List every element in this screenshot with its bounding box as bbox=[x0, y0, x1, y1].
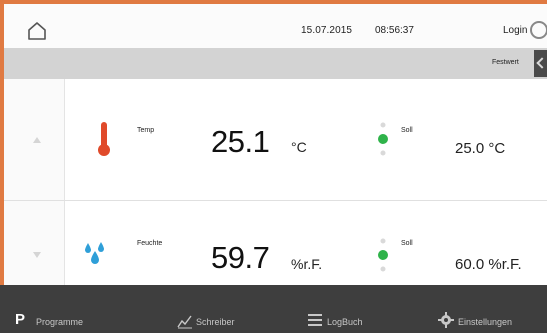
login-button[interactable]: Login bbox=[503, 25, 527, 36]
nav-schreiber[interactable]: Schreiber bbox=[196, 317, 235, 327]
humidity-setpoint-label: Soll bbox=[401, 240, 413, 247]
arrow-down-icon[interactable] bbox=[33, 252, 41, 258]
temp-setpoint-label: Soll bbox=[401, 127, 413, 134]
temp-unit: °C bbox=[291, 139, 307, 155]
top-bar bbox=[4, 4, 547, 48]
humidity-value: 59.7 bbox=[211, 240, 270, 275]
thermometer-icon bbox=[98, 122, 110, 156]
temp-value: 25.1 bbox=[211, 124, 270, 159]
programs-icon[interactable]: P bbox=[15, 311, 25, 328]
chevron-left-icon[interactable] bbox=[534, 50, 547, 77]
humidity-label: Feuchte bbox=[137, 240, 163, 247]
temp-label: Temp bbox=[137, 127, 155, 134]
home-icon[interactable] bbox=[27, 21, 47, 41]
header-time: 08:56:37 bbox=[375, 25, 414, 36]
scroll-down-panel[interactable] bbox=[4, 201, 65, 285]
nav-logbuch[interactable]: LogBuch bbox=[327, 317, 363, 327]
mode-bar bbox=[4, 48, 547, 79]
list-icon[interactable] bbox=[307, 313, 323, 327]
humidity-setpoint-indicator-icon bbox=[378, 238, 388, 272]
nav-programme[interactable]: Programme bbox=[36, 317, 83, 327]
temp-setpoint-value[interactable]: 25.0 °C bbox=[455, 140, 505, 157]
gear-icon[interactable] bbox=[437, 311, 455, 329]
nav-einstellungen[interactable]: Einstellungen bbox=[458, 317, 512, 327]
chart-icon[interactable] bbox=[177, 313, 193, 329]
humidity-unit: %r.F. bbox=[291, 256, 323, 272]
water-drops-icon bbox=[85, 242, 104, 264]
header-date: 15.07.2015 bbox=[301, 25, 353, 36]
humidity-setpoint-value[interactable]: 60.0 %r.F. bbox=[455, 256, 522, 273]
temp-setpoint-indicator-icon bbox=[378, 122, 388, 156]
arrow-up-icon[interactable] bbox=[33, 137, 41, 143]
mode-label: Festwert bbox=[492, 59, 519, 66]
row-divider bbox=[4, 200, 547, 201]
login-icon[interactable] bbox=[530, 21, 547, 39]
